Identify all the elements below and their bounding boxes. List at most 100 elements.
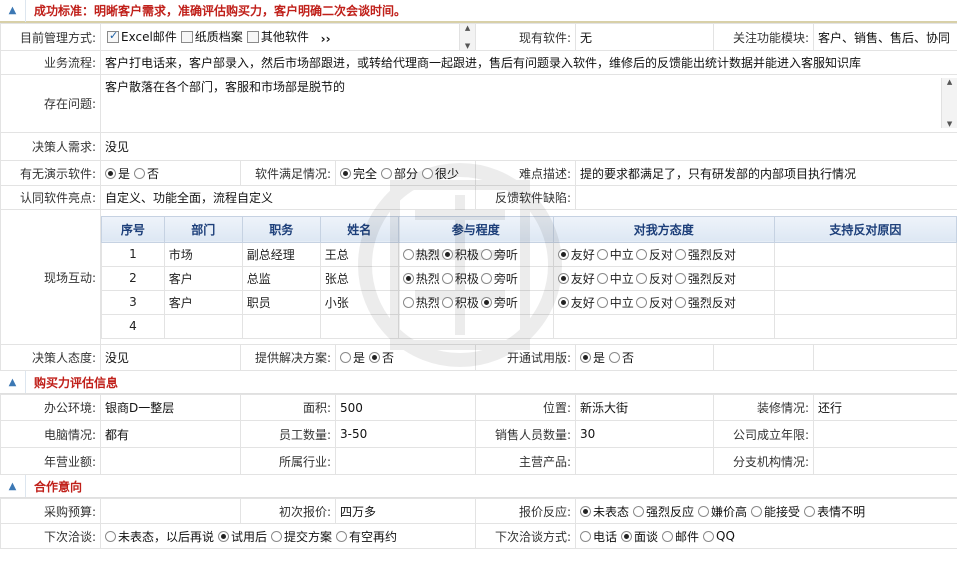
row-dept[interactable]: 市场 — [163, 241, 243, 267]
radio-option[interactable]: 部分 — [381, 165, 418, 182]
radio-option[interactable]: 提交方案 — [271, 528, 332, 545]
radio-option[interactable]: 未表态，以后再说 — [105, 528, 214, 545]
row-title[interactable]: 职员 — [241, 289, 321, 315]
radio-option[interactable]: 强烈反对 — [674, 246, 736, 263]
radio-button[interactable] — [596, 272, 608, 284]
problem-field[interactable]: 客户散落在各个部门，客服和市场部是脱节的 ▲ ▼ — [99, 74, 957, 133]
radio-option[interactable]: 友好 — [557, 294, 595, 311]
radio-option[interactable]: 强烈反对 — [674, 294, 736, 311]
radio-option[interactable]: 嫌价高 — [698, 503, 747, 520]
radio-button[interactable] — [635, 296, 647, 308]
row-title[interactable] — [241, 313, 321, 339]
radio-button[interactable] — [480, 248, 492, 260]
row-title[interactable]: 副总经理 — [241, 241, 321, 267]
radio-button[interactable] — [369, 352, 381, 363]
radio-button[interactable] — [580, 352, 592, 363]
quote-value[interactable]: 四万多 — [335, 498, 476, 524]
radio-option[interactable]: 是 — [105, 165, 130, 182]
radio-option[interactable]: 中立 — [596, 270, 634, 287]
radio-button[interactable] — [105, 530, 116, 542]
radio-button[interactable] — [703, 530, 715, 542]
radio-button[interactable] — [271, 530, 283, 542]
branch-value[interactable] — [813, 447, 957, 475]
budget-value[interactable] — [100, 498, 241, 524]
location-value[interactable]: 新泺大街 — [575, 394, 714, 421]
scroll-down-icon[interactable]: ▼ — [465, 42, 470, 50]
row-title[interactable]: 总监 — [241, 265, 321, 291]
radio-option[interactable]: 友好 — [557, 246, 595, 263]
decision-attitude-value[interactable]: 没见 — [100, 344, 241, 371]
radio-button[interactable] — [557, 296, 569, 308]
radio-option[interactable]: 否 — [134, 165, 159, 182]
radio-button[interactable] — [218, 530, 230, 542]
radio-option[interactable]: 表情不明 — [804, 503, 865, 520]
more-arrows[interactable]: ›› — [321, 32, 331, 46]
existing-software-value[interactable]: 无 — [575, 23, 715, 51]
industry-value[interactable] — [335, 447, 476, 475]
radio-option[interactable]: 热烈 — [402, 246, 440, 263]
area-value[interactable]: 500 — [335, 394, 476, 421]
radio-option[interactable]: 热烈 — [402, 270, 440, 287]
focus-module-value[interactable]: 客户、销售、售后、协同 — [813, 23, 957, 51]
row-name[interactable]: 张总 — [319, 265, 399, 291]
sales-value[interactable]: 30 — [575, 420, 714, 448]
radio-option[interactable]: 有空再约 — [336, 528, 397, 545]
row-reason[interactable] — [773, 241, 957, 267]
product-value[interactable] — [575, 447, 714, 475]
radio-option[interactable]: 很少 — [422, 165, 459, 182]
radio-button[interactable] — [751, 505, 763, 517]
radio-option[interactable]: 反对 — [635, 246, 673, 263]
radio-option[interactable]: 旁听 — [480, 246, 518, 263]
radio-button[interactable] — [674, 272, 686, 284]
radio-option[interactable]: 积极 — [441, 246, 479, 263]
radio-button[interactable] — [402, 296, 414, 308]
highlight-value[interactable]: 自定义、功能全面，流程自定义 — [99, 185, 477, 210]
radio-button[interactable] — [674, 248, 686, 260]
radio-option[interactable]: 旁听 — [480, 294, 518, 311]
radio-option[interactable]: QQ — [703, 529, 735, 543]
revenue-value[interactable] — [100, 447, 241, 475]
checkbox[interactable] — [180, 30, 193, 43]
radio-button[interactable] — [402, 272, 414, 284]
radio-button[interactable] — [621, 530, 633, 542]
radio-button[interactable] — [596, 296, 608, 308]
radio-option[interactable]: 完全 — [340, 165, 377, 182]
radio-option[interactable]: 强烈反对 — [674, 270, 736, 287]
scroll-down-icon[interactable]: ▼ — [947, 120, 952, 128]
radio-button[interactable] — [633, 505, 645, 517]
radio-button[interactable] — [340, 167, 351, 179]
radio-button[interactable] — [804, 505, 816, 517]
radio-button[interactable] — [674, 296, 686, 308]
row-dept[interactable] — [163, 313, 243, 339]
radio-button[interactable] — [480, 296, 492, 308]
row-name[interactable] — [319, 313, 399, 339]
row-dept[interactable]: 客户 — [163, 289, 243, 315]
radio-option[interactable]: 中立 — [596, 246, 634, 263]
radio-option[interactable]: 能接受 — [751, 503, 800, 520]
radio-option[interactable]: 试用后 — [218, 528, 267, 545]
problem-scrollbar[interactable]: ▲ ▼ — [941, 78, 957, 128]
scroll-up-icon[interactable]: ▲ — [465, 24, 470, 32]
process-value[interactable]: 客户打电话来，客户部录入，然后市场部跟进，或转给代理商一起跟进，售后有问题录入软… — [99, 50, 957, 75]
radio-button[interactable] — [441, 296, 453, 308]
radio-button[interactable] — [580, 505, 591, 517]
radio-button[interactable] — [580, 530, 591, 542]
checkbox[interactable] — [107, 29, 119, 43]
radio-option[interactable]: 是 — [340, 349, 365, 366]
office-value[interactable]: 银商D一整层 — [100, 394, 241, 421]
radio-button[interactable] — [381, 167, 393, 179]
mgmt-checkbox-option[interactable]: 纸质档案 — [180, 28, 243, 45]
decor-value[interactable]: 还行 — [813, 394, 957, 421]
difficulty-value[interactable]: 提的要求都满足了，只有研发部的内部项目执行情况 — [575, 160, 957, 186]
radio-option[interactable]: 反对 — [635, 294, 673, 311]
radio-button[interactable] — [596, 248, 608, 260]
row-reason[interactable] — [773, 265, 957, 291]
radio-button[interactable] — [441, 272, 453, 284]
row-reason[interactable] — [773, 313, 957, 339]
radio-option[interactable]: 面谈 — [621, 528, 658, 545]
radio-option[interactable]: 强烈反应 — [633, 503, 694, 520]
pc-value[interactable]: 都有 — [100, 420, 241, 448]
radio-button[interactable] — [480, 272, 492, 284]
radio-button[interactable] — [609, 352, 621, 363]
row-dept[interactable]: 客户 — [163, 265, 243, 291]
